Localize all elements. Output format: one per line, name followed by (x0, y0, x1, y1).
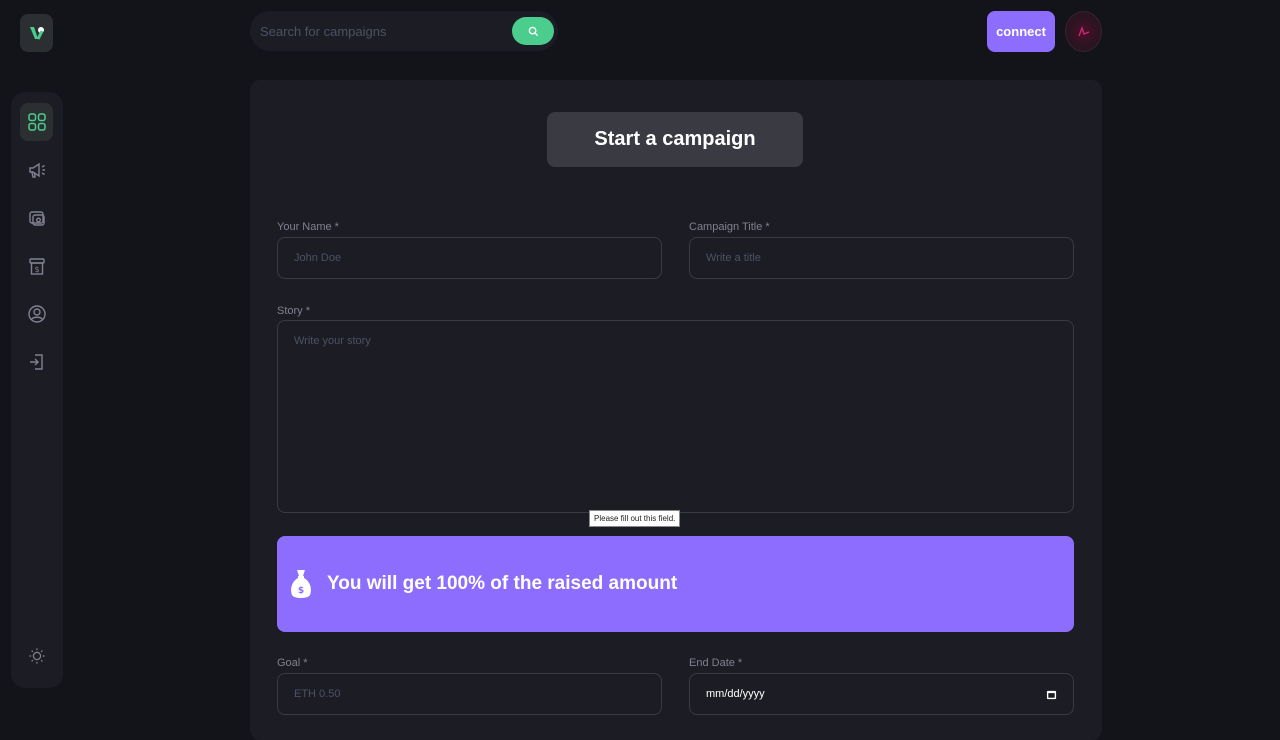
theme-toggle[interactable] (20, 637, 53, 675)
end-date-label: End Date * (689, 657, 743, 669)
goal-field[interactable] (277, 673, 662, 715)
search-input[interactable] (260, 11, 510, 51)
logout-icon (29, 354, 43, 370)
sidebar-item-dashboard[interactable] (20, 103, 53, 141)
payment-icon (28, 211, 45, 226)
sidebar-item-profile[interactable] (20, 295, 53, 333)
svg-text:$: $ (34, 265, 39, 274)
avatar-image (1077, 25, 1089, 36)
sidebar-item-withdraw[interactable]: $ (20, 247, 53, 285)
sidebar: $ (11, 92, 63, 688)
sidebar-item-logout[interactable] (20, 343, 53, 381)
search-button[interactable] (512, 17, 554, 45)
logo-icon (29, 27, 44, 40)
app-logo[interactable] (20, 14, 53, 52)
megaphone-icon (28, 162, 45, 178)
banner-text: You will get 100% of the raised amount (327, 573, 678, 594)
story-label: Story * (277, 305, 311, 317)
end-date-field[interactable]: mm/dd/yyyy (689, 673, 1074, 715)
avatar[interactable] (1065, 11, 1102, 52)
money-bag-icon: $ (291, 570, 311, 598)
page-title: Start a campaign (547, 112, 803, 167)
sun-icon (28, 648, 45, 664)
sidebar-item-payment[interactable] (20, 199, 53, 237)
svg-text:$: $ (298, 586, 304, 596)
calendar-icon[interactable] (1046, 689, 1057, 700)
profile-icon (27, 305, 46, 323)
story-field[interactable] (277, 320, 1074, 513)
campaign-form-panel: Start a campaign Your Name * Campaign Ti… (250, 80, 1102, 740)
validation-tooltip: Please fill out this field. (589, 510, 681, 527)
sidebar-item-campaign[interactable] (20, 151, 53, 189)
campaign-title-label: Campaign Title * (689, 221, 770, 233)
connect-button[interactable]: connect (987, 11, 1055, 52)
dashboard-icon (27, 113, 46, 131)
campaign-title-field[interactable] (689, 237, 1074, 279)
name-field[interactable] (277, 237, 662, 279)
goal-label: Goal * (277, 657, 308, 669)
search-bar (250, 11, 558, 51)
end-date-value: mm/dd/yyyy (706, 688, 765, 700)
withdraw-icon: $ (28, 258, 45, 275)
search-icon (528, 26, 538, 36)
name-label: Your Name * (277, 221, 339, 233)
info-banner: $ You will get 100% of the raised amount (277, 536, 1074, 632)
